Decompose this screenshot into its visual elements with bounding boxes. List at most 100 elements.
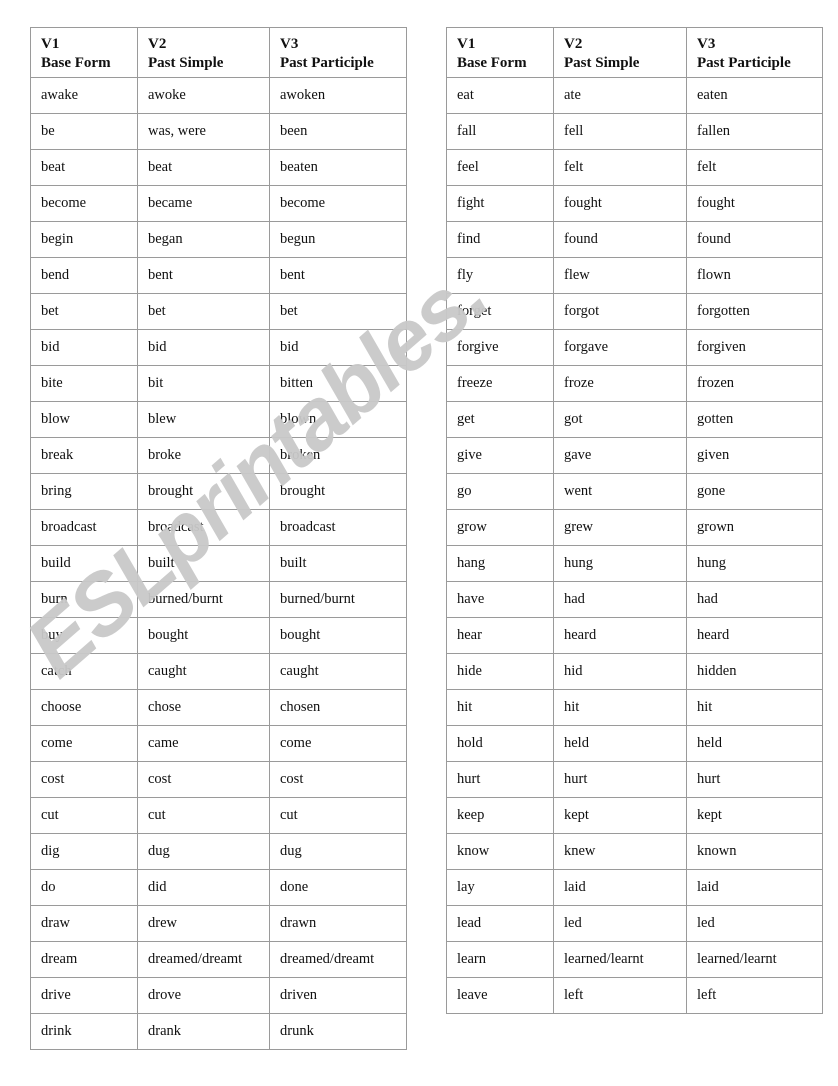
table-row: give gave given	[446, 437, 823, 474]
verb-cell-v3: beaten	[269, 149, 407, 186]
verb-cell-v1: hear	[446, 617, 554, 654]
verb-cell-v3: come	[269, 725, 407, 762]
verb-cell-v1: feel	[446, 149, 554, 186]
verb-cell-v3: found	[686, 221, 823, 258]
verb-cell-v1: hurt	[446, 761, 554, 798]
table-row: know knew known	[446, 833, 823, 870]
verb-cell-v1: know	[446, 833, 554, 870]
verb-cell-v2: bent	[137, 257, 270, 294]
table-row: burn burned/burnt burned/burnt	[30, 581, 407, 618]
table-row: have had had	[446, 581, 823, 618]
verb-cell-v1: become	[30, 185, 138, 222]
column-name: Past Simple	[148, 54, 224, 71]
verb-cell-v3: cost	[269, 761, 407, 798]
table-row: fight fought fought	[446, 185, 823, 222]
verb-cell-v2: forgave	[553, 329, 687, 366]
verb-cell-v3: gone	[686, 473, 823, 510]
verb-cell-v2: led	[553, 905, 687, 942]
column-code: V2	[564, 36, 583, 53]
verb-cell-v1: learn	[446, 941, 554, 978]
verb-cell-v3: hurt	[686, 761, 823, 798]
verb-cell-v2: hurt	[553, 761, 687, 798]
verb-cell-v2: found	[553, 221, 687, 258]
verb-cell-v1: fly	[446, 257, 554, 294]
verb-cell-v2: ate	[553, 77, 687, 114]
verb-cell-v1: build	[30, 545, 138, 582]
verb-cell-v3: done	[269, 869, 407, 906]
verb-cell-v3: begun	[269, 221, 407, 258]
verb-cell-v1: give	[446, 437, 554, 474]
verb-cell-v3: held	[686, 725, 823, 762]
table-row: do did done	[30, 869, 407, 906]
table-row: break broke broken	[30, 437, 407, 474]
verb-cell-v1: have	[446, 581, 554, 618]
table-row: lay laid laid	[446, 869, 823, 906]
verb-cell-v3: hidden	[686, 653, 823, 690]
verb-cell-v2: kept	[553, 797, 687, 834]
verb-cell-v3: drunk	[269, 1013, 407, 1050]
verb-cell-v2: left	[553, 977, 687, 1014]
verb-cell-v3: laid	[686, 869, 823, 906]
table-row: hang hung hung	[446, 545, 823, 582]
verb-cell-v1: hold	[446, 725, 554, 762]
verb-cell-v3: forgotten	[686, 293, 823, 330]
column-header-v3: V3 Past Participle	[269, 27, 407, 78]
verb-cell-v2: froze	[553, 365, 687, 402]
table-row: broadcast broadcast broadcast	[30, 509, 407, 546]
verb-cell-v2: hid	[553, 653, 687, 690]
column-header-v1: V1 Base Form	[30, 27, 138, 78]
verb-cell-v1: bet	[30, 293, 138, 330]
verb-cell-v1: dream	[30, 941, 138, 978]
verb-cell-v2: got	[553, 401, 687, 438]
verb-cell-v1: drive	[30, 977, 138, 1014]
verb-cell-v1: lead	[446, 905, 554, 942]
verb-cell-v2: bid	[137, 329, 270, 366]
verb-cell-v2: broke	[137, 437, 270, 474]
verb-cell-v3: fought	[686, 185, 823, 222]
verb-cell-v3: frozen	[686, 365, 823, 402]
verb-cell-v3: bet	[269, 293, 407, 330]
table-row: eat ate eaten	[446, 77, 823, 114]
verb-cell-v2: beat	[137, 149, 270, 186]
verb-cell-v2: gave	[553, 437, 687, 474]
verb-cell-v2: drank	[137, 1013, 270, 1050]
verb-cell-v1: hide	[446, 653, 554, 690]
verb-cell-v2: cost	[137, 761, 270, 798]
table-row: choose chose chosen	[30, 689, 407, 726]
table-row: become became become	[30, 185, 407, 222]
verb-cell-v3: drawn	[269, 905, 407, 942]
verb-cell-v1: bend	[30, 257, 138, 294]
verb-cell-v2: bet	[137, 293, 270, 330]
verb-cell-v1: buy	[30, 617, 138, 654]
verb-cell-v1: come	[30, 725, 138, 762]
verb-cell-v2: broadcast	[137, 509, 270, 546]
verb-cell-v1: forgive	[446, 329, 554, 366]
verb-cell-v1: blow	[30, 401, 138, 438]
verb-cell-v3: known	[686, 833, 823, 870]
verb-cell-v1: get	[446, 401, 554, 438]
verb-cell-v3: kept	[686, 797, 823, 834]
table-row: find found found	[446, 221, 823, 258]
verb-cell-v2: began	[137, 221, 270, 258]
verb-cell-v3: left	[686, 977, 823, 1014]
verb-cell-v2: chose	[137, 689, 270, 726]
verb-cell-v2: hit	[553, 689, 687, 726]
verb-cell-v1: choose	[30, 689, 138, 726]
column-header-v1: V1 Base Form	[446, 27, 554, 78]
verb-cell-v3: become	[269, 185, 407, 222]
column-name: Base Form	[457, 54, 527, 71]
verb-cell-v1: leave	[446, 977, 554, 1014]
verb-cell-v3: learned/learnt	[686, 941, 823, 978]
verb-cell-v2: drew	[137, 905, 270, 942]
table-row: grow grew grown	[446, 509, 823, 546]
table-row: forgive forgave forgiven	[446, 329, 823, 366]
verb-cell-v2: forgot	[553, 293, 687, 330]
verb-cell-v1: begin	[30, 221, 138, 258]
worksheet-page: V1 Base Form V2 Past Simple V3 Past Part…	[0, 0, 838, 1086]
column-code: V2	[148, 36, 167, 53]
verb-cell-v1: hang	[446, 545, 554, 582]
verb-cell-v2: was, were	[137, 113, 270, 150]
header-row: V1 Base Form V2 Past Simple V3 Past Part…	[30, 27, 407, 78]
table-row: bend bent bent	[30, 257, 407, 294]
verb-cell-v3: had	[686, 581, 823, 618]
